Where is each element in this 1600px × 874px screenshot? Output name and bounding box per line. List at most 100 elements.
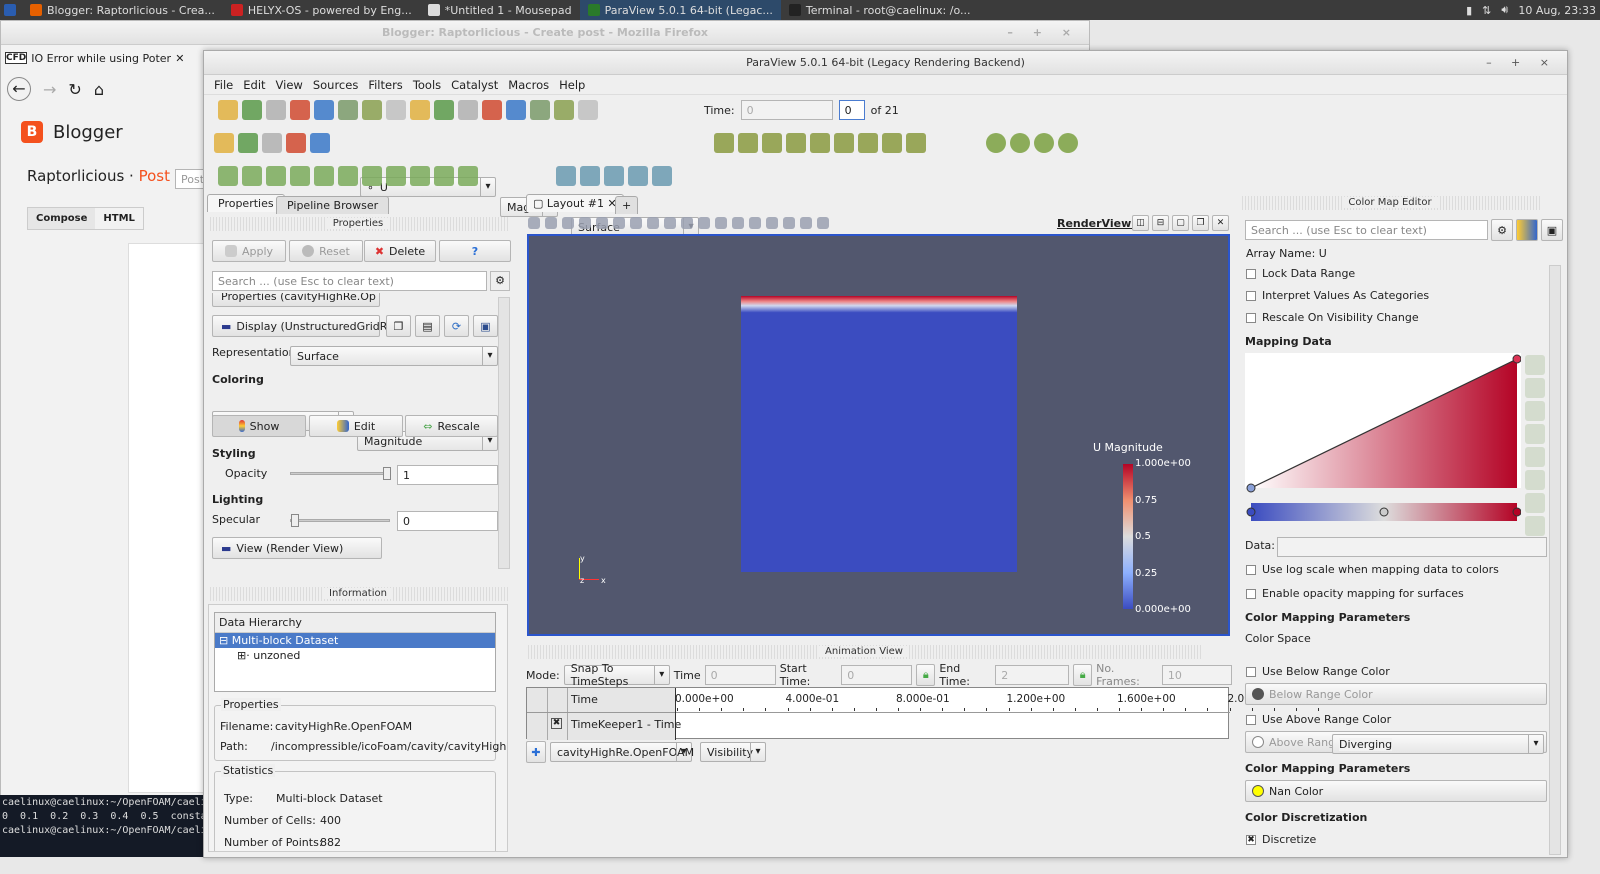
plot-over-line-icon[interactable]: [604, 166, 624, 186]
select-points-icon[interactable]: [545, 217, 557, 229]
rotate-icon[interactable]: [1058, 133, 1078, 153]
delete-button[interactable]: ✖ Delete: [364, 240, 436, 262]
choose-preset-icon[interactable]: [1525, 470, 1545, 490]
center-axes-icon[interactable]: [986, 133, 1006, 153]
redo-icon[interactable]: [338, 100, 358, 120]
edit-color-map-button[interactable]: Edit: [309, 415, 403, 437]
taskbar-item[interactable]: Blogger: Raptorlicious - Crea...: [22, 0, 223, 20]
copy-icon[interactable]: ❐: [386, 315, 411, 337]
above-range-checkbox[interactable]: Use Above Range Color: [1246, 713, 1391, 726]
view-neg-x-icon[interactable]: [810, 133, 830, 153]
load-state-icon[interactable]: [242, 100, 262, 120]
menu-help[interactable]: Help: [557, 78, 593, 92]
add-layout-tab[interactable]: +: [615, 196, 639, 214]
tensor-glyph-icon[interactable]: [652, 166, 672, 186]
color-legend-icon[interactable]: [238, 133, 258, 153]
select-cells-icon[interactable]: [528, 217, 540, 229]
close-view-icon[interactable]: ✕: [1212, 215, 1229, 231]
compose-tab[interactable]: Compose: [28, 208, 96, 229]
apply-button[interactable]: Apply: [212, 240, 286, 262]
zoom-to-data-icon[interactable]: [738, 133, 758, 153]
select-block-icon[interactable]: [698, 217, 710, 229]
specular-slider[interactable]: [290, 514, 390, 527]
window-controls[interactable]: – + ×: [1486, 51, 1557, 75]
taskbar-item[interactable]: *Untitled 1 - Mousepad: [420, 0, 580, 20]
next-frame-icon[interactable]: [530, 100, 550, 120]
display-section-header[interactable]: ▬ Display (UnstructuredGridRe: [212, 315, 394, 337]
opacity-mapping-checkbox[interactable]: Enable opacity mapping for surfaces: [1246, 587, 1464, 600]
select-cells-on-icon[interactable]: [596, 217, 608, 229]
zoom-box-icon[interactable]: [762, 133, 782, 153]
menu-macros[interactable]: Macros: [506, 78, 557, 92]
undo-icon[interactable]: [314, 100, 334, 120]
select-points-on-icon[interactable]: [613, 217, 625, 229]
rescale-visible-icon[interactable]: [1525, 424, 1545, 444]
tab-layout-1[interactable]: ▢ Layout #1 ✕: [526, 194, 624, 212]
group-datasets-icon[interactable]: [434, 166, 454, 186]
menu-filters[interactable]: Filters: [366, 78, 410, 92]
log-scale-checkbox[interactable]: Use log scale when mapping data to color…: [1246, 563, 1499, 576]
play-icon[interactable]: [506, 100, 526, 120]
rescale-visibility-checkbox[interactable]: Rescale On Visibility Change: [1246, 311, 1419, 324]
split-vertical-icon[interactable]: ⊟: [1152, 215, 1169, 231]
rescale-custom-icon[interactable]: [1525, 378, 1545, 398]
extract-subset-icon[interactable]: [338, 166, 358, 186]
time-ruler[interactable]: 0.000e+00 4.000e-01 8.000e-01 1.200e+00 1.60…: [675, 688, 1319, 712]
contour-icon[interactable]: [242, 166, 262, 186]
interactive-select-cells-icon[interactable]: [715, 217, 727, 229]
save-preset-icon[interactable]: [1525, 493, 1545, 513]
render-view[interactable]: U Magnitude 1.000e+00 0.75 0.5 0.25 0.000e+0…: [527, 234, 1230, 636]
tab-properties[interactable]: Properties: [207, 194, 285, 212]
interactive-select-points-icon[interactable]: [732, 217, 744, 229]
menu-view[interactable]: View: [274, 78, 311, 92]
save-preset-icon[interactable]: ▣: [1541, 219, 1563, 241]
battery-icon[interactable]: ▮: [1466, 4, 1472, 17]
color-map-scrollbar[interactable]: [1549, 265, 1561, 855]
terminal[interactable]: caelinux@caelinux:~/OpenFOAM/caeli 0 0.1…: [0, 795, 203, 857]
home-button[interactable]: ⌂: [94, 80, 104, 99]
select-frustum-cells-icon[interactable]: [630, 217, 642, 229]
view-neg-z-icon[interactable]: [906, 133, 926, 153]
interact-select-icon[interactable]: [579, 217, 591, 229]
add-track-icon[interactable]: ✚: [526, 741, 546, 763]
save-data-icon[interactable]: [386, 100, 406, 120]
rotate-90-cw-icon[interactable]: [1034, 133, 1054, 153]
hover-points-icon[interactable]: [749, 217, 761, 229]
gear-icon[interactable]: ⚙: [1491, 219, 1513, 241]
track-property-select[interactable]: Visibility: [700, 742, 766, 762]
taskbar-item[interactable]: Terminal - root@caelinux: /o...: [781, 0, 979, 20]
color-map-search-input[interactable]: Search ... (use Esc to clear text): [1245, 220, 1488, 240]
menu-edit[interactable]: Edit: [241, 78, 273, 92]
data-hierarchy-tree[interactable]: Data Hierarchy ⊟ Multi-block Dataset ⊞· …: [214, 612, 496, 692]
select-frustum-points-icon[interactable]: [647, 217, 659, 229]
view-pos-z-icon[interactable]: [882, 133, 902, 153]
start-time-input[interactable]: 0: [841, 665, 913, 685]
disconnect-icon[interactable]: [290, 100, 310, 120]
menu-file[interactable]: File: [212, 78, 241, 92]
hover-cells-icon[interactable]: [766, 217, 778, 229]
representation-select[interactable]: Surface: [290, 346, 498, 366]
tab-pipeline-browser[interactable]: Pipeline Browser: [276, 196, 390, 214]
track-enabled-checkbox[interactable]: ✖: [551, 718, 562, 729]
lock-data-range-checkbox[interactable]: Lock Data Range: [1246, 267, 1355, 280]
extract-level-icon[interactable]: [458, 166, 478, 186]
menu-catalyst[interactable]: Catalyst: [449, 78, 506, 92]
glyph-icon[interactable]: [362, 166, 382, 186]
html-tab[interactable]: HTML: [95, 208, 143, 229]
shrink-selection-icon[interactable]: [800, 217, 812, 229]
opacity-slider[interactable]: [290, 467, 391, 480]
advanced-icon[interactable]: [1525, 516, 1545, 536]
specular-input[interactable]: 0: [397, 511, 498, 531]
below-range-checkbox[interactable]: Use Below Range Color: [1246, 665, 1390, 678]
opacity-input[interactable]: 1: [397, 465, 498, 485]
mode-select[interactable]: Snap To TimeSteps: [563, 662, 670, 688]
rescale-visible-icon[interactable]: [310, 133, 330, 153]
clear-selection-icon[interactable]: [817, 217, 829, 229]
post-title-input[interactable]: Post: [175, 169, 205, 189]
volume-icon[interactable]: 🔊︎: [1501, 3, 1508, 17]
reset-button[interactable]: Reset: [289, 240, 363, 262]
invert-icon[interactable]: [1525, 447, 1545, 467]
interpret-categories-checkbox[interactable]: Interpret Values As Categories: [1246, 289, 1429, 302]
lock-end-icon[interactable]: 🔒︎: [1073, 664, 1093, 686]
data-input[interactable]: [1277, 537, 1547, 557]
